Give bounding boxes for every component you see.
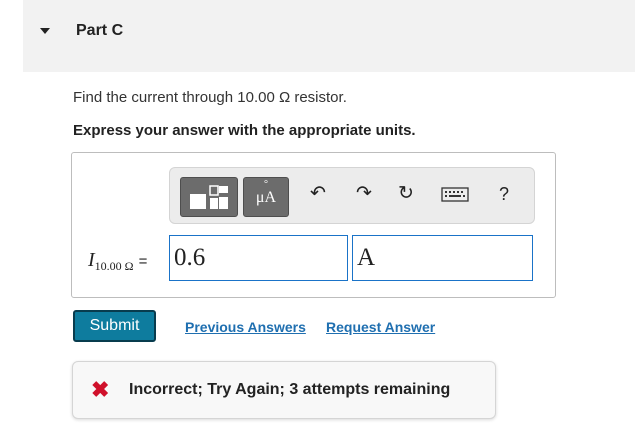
redo-icon[interactable]: ↷ [352,182,376,206]
instruction-text: Express your answer with the appropriate… [73,122,416,139]
undo-icon[interactable]: ↶ [306,182,330,206]
templates-button[interactable] [180,177,238,217]
answer-unit: A [357,244,376,271]
answer-box: ° μA ↶ ↷ ↻ ? I10.00 Ω = 0.6 A [71,152,556,298]
units-icon: μA [255,189,277,206]
keyboard-icon[interactable] [438,182,472,206]
reset-icon[interactable]: ↻ [394,182,418,206]
feedback-text: Incorrect; Try Again; 3 attempts remaini… [129,381,451,398]
collapse-caret-icon[interactable] [40,28,50,34]
templates-icon [190,185,228,209]
answer-unit-field[interactable]: A [352,235,533,281]
submit-button[interactable]: Submit [73,310,156,342]
variable-subscript: 10.00 Ω [94,259,134,273]
answer-variable-label: I10.00 Ω = [88,249,147,274]
answer-value: 0.6 [174,244,206,271]
question-text: Find the current through 10.00 Ω resisto… [73,89,347,106]
equals-sign: = [138,253,148,270]
math-toolbar: ° μA ↶ ↷ ↻ ? [169,167,535,224]
part-header[interactable]: Part C [23,0,635,72]
variable-symbol: I [88,249,95,271]
answer-value-field[interactable]: 0.6 [169,235,348,281]
units-button[interactable]: ° μA [243,177,289,217]
part-title: Part C [76,22,124,39]
request-answer-link[interactable]: Request Answer [326,319,435,335]
x-icon: ✖ [91,377,110,402]
previous-answers-link[interactable]: Previous Answers [185,319,306,335]
help-icon[interactable]: ? [492,182,516,206]
feedback-box: ✖ Incorrect; Try Again; 3 attempts remai… [72,361,496,419]
